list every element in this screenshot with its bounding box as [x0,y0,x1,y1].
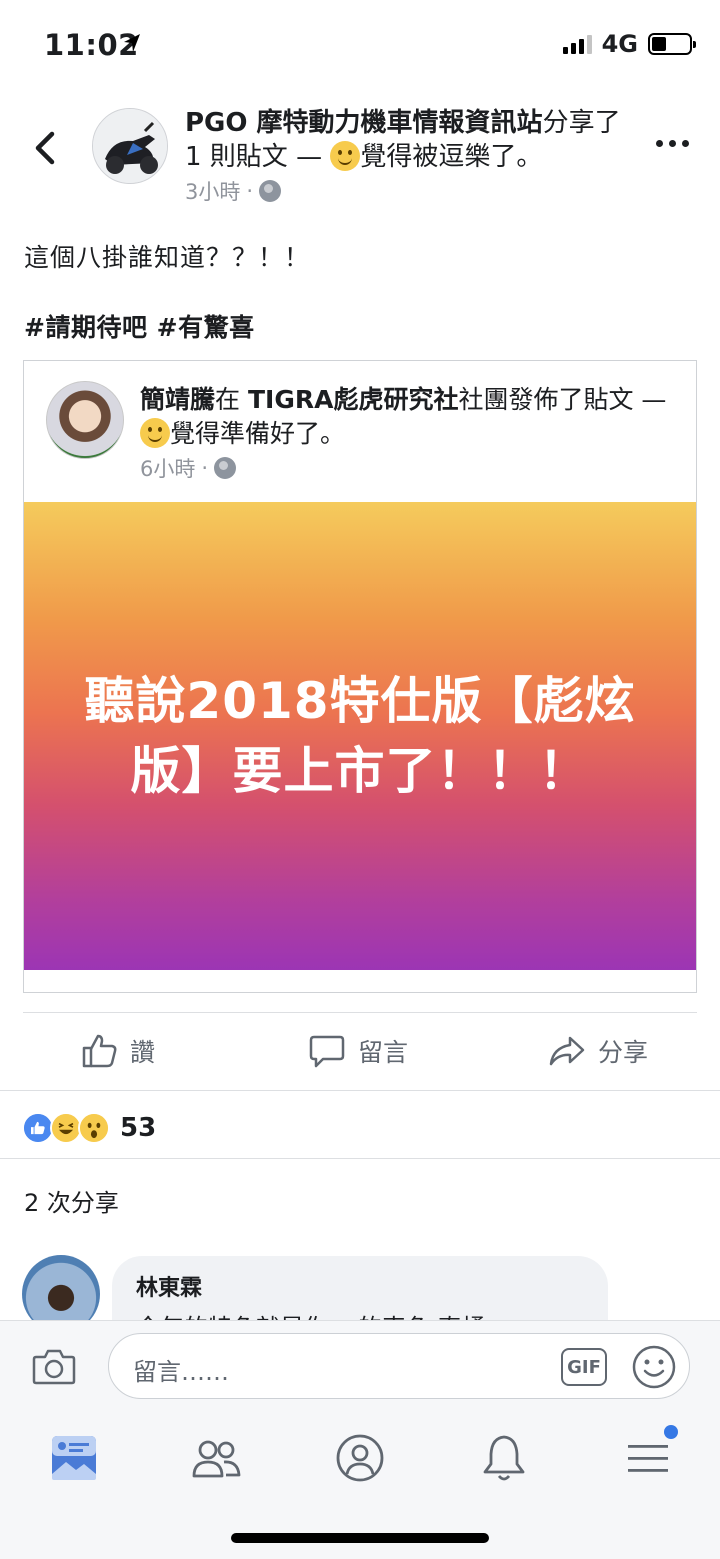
location-arrow-icon [124,34,140,52]
more-options-icon[interactable] [656,140,689,147]
shared-time[interactable]: 6小時 [140,453,195,483]
smile-emoji-icon [330,141,361,171]
status-bar: 11:02 4G [0,0,720,90]
shared-author-avatar[interactable] [46,381,124,459]
globe-icon [214,457,237,479]
network-type: 4G [601,30,638,58]
status-indicators: 4G [562,30,696,58]
post-time[interactable]: 3小時 [185,176,240,206]
shared-post-card[interactable]: 簡靖騰在 TIGRA彪虎研究社社團發佈了貼文 — 覺得準備好了。 6小時 · 聽… [23,360,697,993]
post-meta: 3小時 · [185,176,282,206]
shared-banner[interactable]: 聽說2018特仕版【彪炫版】要上市了！！！ [24,502,696,970]
comment-bubble-icon [309,1035,345,1068]
notifications-bell-icon[interactable] [474,1428,534,1488]
reaction-count: 53 [120,1113,157,1143]
comment-composer: 留言…… GIF [0,1320,720,1410]
shared-group[interactable]: TIGRA彪虎研究社 [248,385,458,414]
comment-input[interactable]: 留言…… GIF [108,1333,690,1399]
camera-icon[interactable] [32,1347,76,1385]
signal-icon [562,34,592,54]
friends-icon[interactable] [186,1428,246,1488]
reactions-summary[interactable]: 53 [22,1112,156,1144]
wow-reaction-icon [78,1112,110,1144]
meta-separator: · [201,456,209,480]
comment-label: 留言 [358,1038,409,1067]
divider [0,1158,720,1159]
share-label: 分享 [598,1038,649,1067]
comment-placeholder: 留言…… [133,1358,229,1386]
shared-author[interactable]: 簡靖騰 [140,385,215,414]
banner-text: 聽說2018特仕版【彪炫版】要上市了！！！ [84,672,636,800]
home-indicator[interactable] [231,1533,489,1543]
page-avatar[interactable] [92,108,168,184]
divider [23,1012,697,1013]
smile-emoji-icon [140,418,170,448]
share-arrow-icon [549,1036,585,1066]
back-arrow-icon[interactable] [30,128,60,168]
post-hashtags[interactable]: #請期待吧 #有驚喜 [24,308,255,344]
post-text: 這個八掛誰知道？？！！ [24,243,311,272]
shared-in-word: 在 [215,385,248,414]
share-count[interactable]: 2 次分享 [24,1183,119,1218]
meta-separator: · [246,179,254,203]
share-button[interactable]: 分享 [548,1032,648,1070]
scooter-image-icon [93,109,167,183]
like-button[interactable]: 讚 [80,1032,155,1070]
like-label: 讚 [130,1038,156,1067]
shared-feeling: 覺得準備好了。 [170,419,346,448]
comment-button[interactable]: 留言 [308,1032,408,1070]
shared-header-text: 簡靖騰在 TIGRA彪虎研究社社團發佈了貼文 — 覺得準備好了。 [140,383,680,451]
shared-meta: 6小時 · [140,453,237,483]
post-feeling: 覺得被逗樂了。 [360,142,543,172]
thumbs-up-icon [82,1034,117,1068]
commenter-name[interactable]: 林東霖 [136,1270,584,1302]
gif-button[interactable]: GIF [561,1348,607,1386]
post-author[interactable]: PGO 摩特動力機車情報資訊站 [185,108,543,138]
emoji-icon[interactable] [631,1344,677,1390]
divider [0,1090,720,1091]
profile-icon[interactable] [330,1428,390,1488]
globe-icon [259,180,282,202]
battery-icon [648,33,696,55]
shared-header-rest: 社團發佈了貼文 — [458,385,667,414]
news-feed-icon[interactable] [44,1428,104,1488]
menu-notification-dot [664,1425,678,1439]
post-header-text: PGO 摩特動力機車情報資訊站分享了 1 則貼文 — 覺得被逗樂了。 [185,106,625,174]
